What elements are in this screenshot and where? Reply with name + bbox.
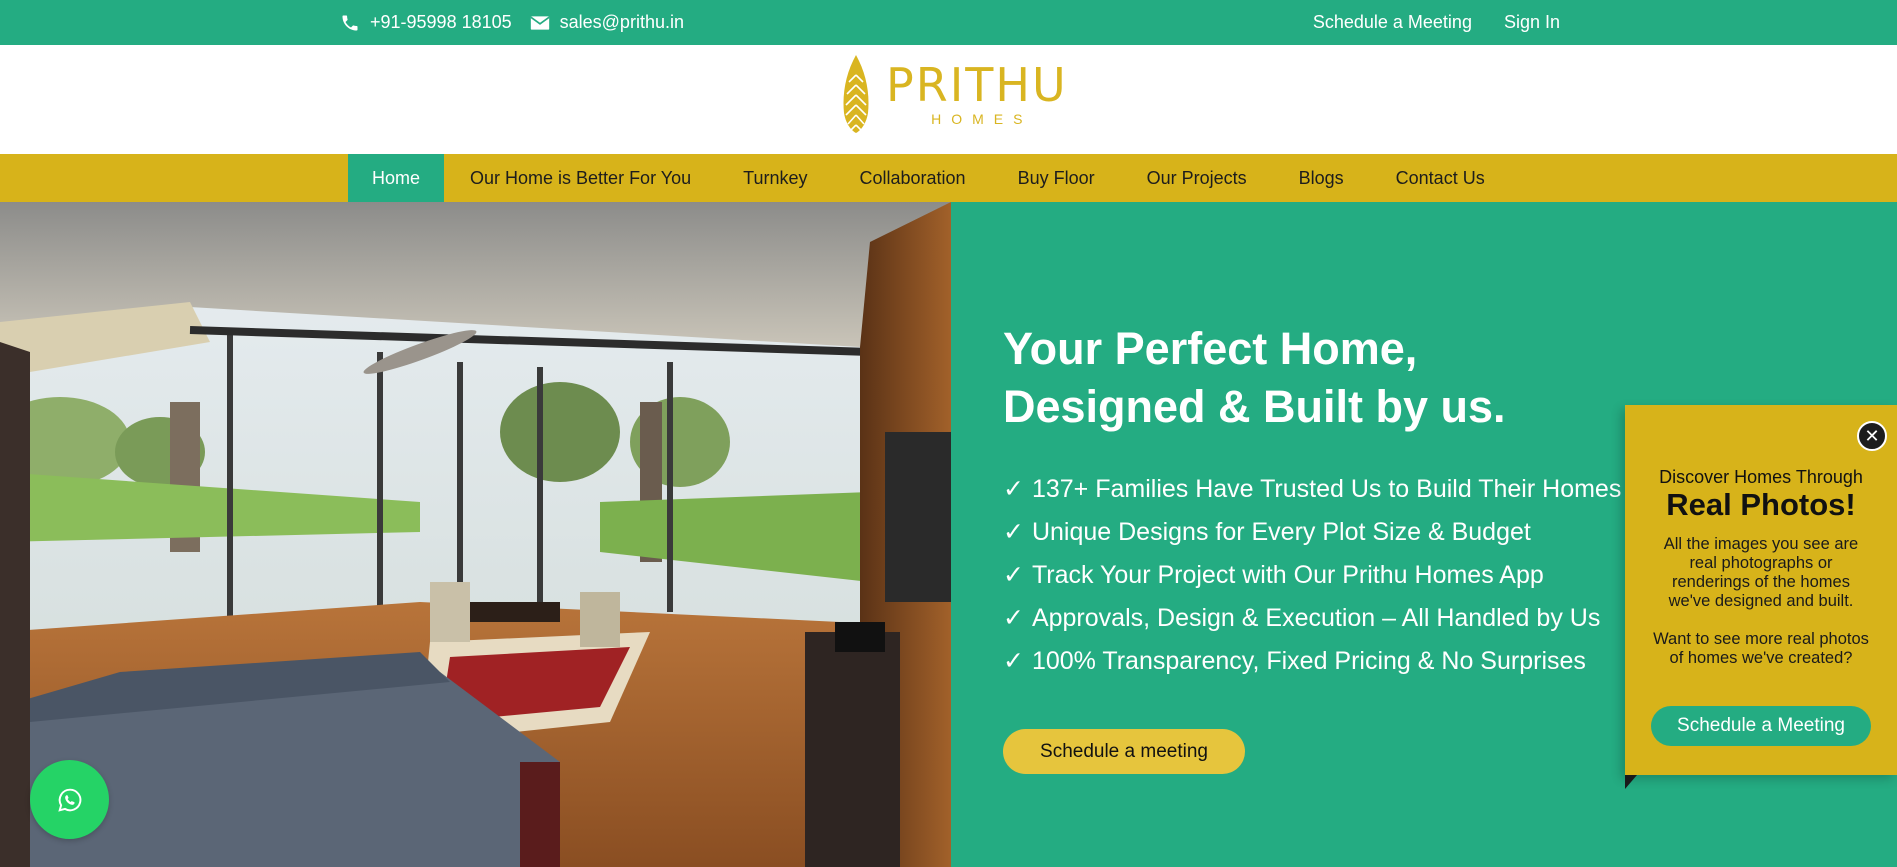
- popup-paragraph: Want to see more real photos of homes we…: [1653, 630, 1869, 667]
- sign-in-link[interactable]: Sign In: [1504, 12, 1560, 33]
- contact-info: +91-95998 18105 sales@prithu.in: [340, 0, 684, 45]
- real-photos-popup: ✕ Discover Homes Through Real Photos! Al…: [1625, 405, 1897, 789]
- feature-item: ✓ Approvals, Design & Execution – All Han…: [1003, 597, 1621, 640]
- feature-text: Unique Designs for Every Plot Size & Bud…: [1031, 518, 1531, 546]
- close-icon[interactable]: ✕: [1857, 421, 1887, 451]
- top-bar: +91-95998 18105 sales@prithu.in Schedule…: [0, 0, 1897, 45]
- phone-number: +91-95998 18105: [370, 12, 512, 32]
- check-icon: ✓: [1003, 518, 1024, 546]
- check-icon: ✓: [1003, 561, 1024, 589]
- popup-title: Real Photos!: [1666, 487, 1856, 522]
- nav-item-better-for-you[interactable]: Our Home is Better For You: [444, 154, 717, 202]
- nav-item-our-projects[interactable]: Our Projects: [1121, 154, 1273, 202]
- popup-body: All the images you see are real photogra…: [1649, 535, 1873, 668]
- nav-item-collaboration[interactable]: Collaboration: [833, 154, 991, 202]
- feature-text: Track Your Project with Our Prithu Homes…: [1031, 561, 1544, 589]
- phone-link[interactable]: +91-95998 18105: [340, 12, 512, 33]
- nav-item-contact-us[interactable]: Contact Us: [1370, 154, 1511, 202]
- hero-title: Your Perfect Home, Designed & Built by u…: [1003, 320, 1603, 436]
- nav-item-buy-floor[interactable]: Buy Floor: [992, 154, 1121, 202]
- site-logo[interactable]: PRITHU HOMES: [840, 53, 1068, 135]
- nav-item-home[interactable]: Home: [348, 154, 445, 202]
- brand-name: PRITHU: [886, 58, 1068, 112]
- top-links: Schedule a Meeting Sign In: [1313, 0, 1560, 45]
- main-nav: Home Our Home is Better For You Turnkey …: [0, 154, 1897, 202]
- brand-text: PRITHU HOMES: [886, 61, 1068, 127]
- schedule-meeting-button[interactable]: Schedule a meeting: [1003, 729, 1245, 774]
- feature-item: ✓ 137+ Families Have Trusted Us to Build …: [1003, 468, 1621, 511]
- nav-item-blogs[interactable]: Blogs: [1273, 154, 1370, 202]
- nav-item-turnkey[interactable]: Turnkey: [717, 154, 833, 202]
- hero-image: [0, 202, 951, 867]
- whatsapp-icon: [57, 788, 81, 812]
- feature-text: Approvals, Design & Execution – All Hand…: [1031, 604, 1601, 632]
- logo-header: PRITHU HOMES: [0, 45, 1897, 154]
- leaf-icon: [843, 55, 869, 133]
- phone-icon: [342, 15, 358, 30]
- feature-text: 137+ Families Have Trusted Us to Build T…: [1031, 475, 1622, 503]
- popup-schedule-button[interactable]: Schedule a Meeting: [1651, 706, 1871, 746]
- feature-item: ✓ Track Your Project with Our Prithu Home…: [1003, 554, 1621, 597]
- popup-tail: [1625, 775, 1637, 789]
- check-icon: ✓: [1003, 647, 1024, 675]
- popup-subtitle: Discover Homes Through: [1659, 467, 1863, 487]
- schedule-meeting-link[interactable]: Schedule a Meeting: [1313, 12, 1472, 33]
- feature-list: ✓ 137+ Families Have Trusted Us to Build …: [1003, 468, 1621, 683]
- popup-paragraph: All the images you see are real photogra…: [1663, 535, 1859, 610]
- mail-icon: [529, 15, 550, 30]
- hero-title-line-2: Designed & Built by us.: [1003, 381, 1506, 432]
- brand-subtitle: HOMES: [931, 111, 1033, 127]
- check-icon: ✓: [1003, 604, 1024, 632]
- check-icon: ✓: [1003, 475, 1024, 503]
- email-address: sales@prithu.in: [559, 12, 684, 32]
- feature-text: 100% Transparency, Fixed Pricing & No Su…: [1031, 647, 1586, 675]
- feature-item: ✓ 100% Transparency, Fixed Pricing & No S…: [1003, 640, 1621, 683]
- hero-title-line-1: Your Perfect Home,: [1003, 323, 1418, 374]
- feature-item: ✓ Unique Designs for Every Plot Size & Bu…: [1003, 511, 1621, 554]
- email-link[interactable]: sales@prithu.in: [529, 12, 684, 33]
- whatsapp-button[interactable]: [30, 760, 109, 839]
